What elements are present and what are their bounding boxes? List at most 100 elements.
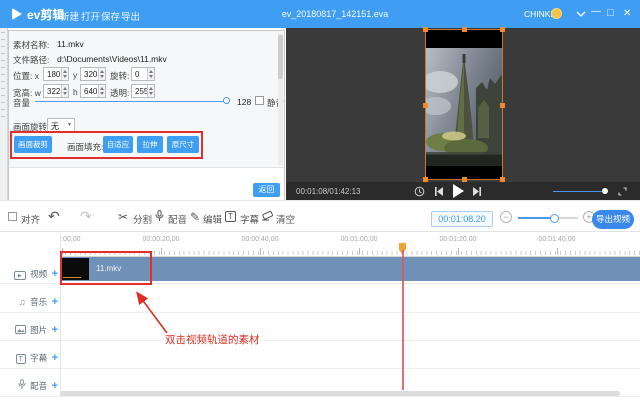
ruler-major-tick [161, 248, 162, 255]
edit-toolbar: 对齐 ↶ ↷ ✂ 分割 配音 ✎ 编辑 T 字幕 清空 00:01:08.20 … [0, 200, 640, 232]
skin-icon[interactable] [576, 10, 586, 18]
chevron-down-icon: ▼ [67, 122, 72, 128]
add-subtitle-button[interactable]: + [52, 352, 58, 364]
file-path-value: d:\Documents\Videos\11.mkv [57, 54, 167, 64]
spinner-icon[interactable] [147, 68, 154, 80]
preview-volume-slider[interactable] [553, 191, 608, 192]
zoom-slider-knob[interactable] [550, 214, 559, 223]
align-checkbox[interactable] [8, 212, 17, 221]
edit-button[interactable]: 编辑 [203, 212, 222, 226]
panel-scrollbar[interactable] [278, 33, 283, 165]
fill-fit-button[interactable]: 自适应 [103, 136, 133, 153]
ruler-major-tick [359, 248, 360, 255]
add-music-button[interactable]: + [52, 296, 58, 308]
logo-play-icon [12, 8, 22, 20]
undo-icon[interactable]: ↶ [48, 208, 60, 225]
screen-rotate-select[interactable]: 无 ▼ [47, 118, 75, 132]
ruler-label: 00:01:20,00 [440, 236, 477, 243]
spinner-icon[interactable] [98, 85, 105, 97]
ruler-major-tick [458, 248, 459, 255]
track-header-music: ♫ 音乐 + [0, 292, 58, 310]
panel-scrollbar-thumb[interactable] [278, 35, 283, 79]
music-icon: ♫ [19, 297, 26, 307]
fill-stretch-button[interactable]: 拉伸 [137, 136, 163, 153]
volume-slider[interactable] [35, 101, 227, 102]
menu-item-save[interactable]: 保存 [101, 9, 120, 23]
alpha-input[interactable]: 255 [131, 84, 155, 98]
minimize-button[interactable]: — [591, 6, 601, 17]
panel-footer: 返回 [9, 167, 284, 200]
app-logo-text: ev剪辑 [27, 6, 64, 23]
transform-handle[interactable] [423, 103, 428, 108]
preview-video-frame[interactable] [425, 29, 503, 180]
spinner-icon[interactable] [147, 85, 154, 97]
transform-handle[interactable] [500, 103, 505, 108]
subtitle-button[interactable]: 字幕 [240, 212, 259, 226]
track-divider [0, 396, 640, 397]
zoom-out-button[interactable]: − [500, 211, 512, 223]
position-x-input[interactable]: 180 [43, 67, 69, 81]
rotation-input[interactable]: 0 [131, 67, 155, 81]
fill-original-button[interactable]: 原尺寸 [167, 136, 199, 153]
play-button[interactable] [452, 184, 464, 198]
menu-item-new[interactable]: 新建 [60, 9, 79, 23]
track-label: 图片 [30, 325, 47, 335]
close-button[interactable]: ✕ [623, 8, 631, 19]
height-input[interactable]: 640 [80, 84, 106, 98]
height-label: h [73, 87, 78, 97]
maximize-button[interactable]: □ [607, 7, 614, 19]
subtitle-t-icon[interactable]: T [225, 211, 236, 222]
menu-item-open[interactable]: 打开 [81, 9, 100, 23]
spinner-icon[interactable] [98, 68, 105, 80]
eraser-icon[interactable] [261, 210, 273, 221]
redo-icon[interactable]: ↷ [80, 208, 92, 225]
menu-item-export[interactable]: 导出 [121, 9, 140, 23]
current-time-display: 00:01:08.20 [431, 211, 493, 227]
track-header-picture: 图片 + [0, 320, 58, 338]
preview-control-bar: 00:01:08/01:42:13 [286, 182, 640, 200]
annotation-arrow [126, 286, 174, 336]
track-header-dub: 配音 + [0, 376, 58, 394]
position-label: 位置: x [13, 70, 39, 82]
microphone-icon[interactable] [155, 210, 164, 222]
export-video-button[interactable]: 导出视频 [592, 210, 634, 229]
split-button[interactable]: 分割 [133, 212, 152, 226]
volume-slider-knob[interactable] [223, 97, 230, 104]
track-header-video: ▶ 视频 + [0, 264, 58, 282]
spinner-icon[interactable] [61, 68, 68, 80]
transform-handle[interactable] [423, 27, 428, 32]
back-button[interactable]: 返回 [253, 183, 280, 197]
add-dub-button[interactable]: + [52, 380, 58, 392]
ruler-major-tick [557, 248, 558, 255]
scissors-icon[interactable]: ✂ [118, 210, 128, 224]
add-video-button[interactable]: + [52, 268, 58, 280]
position-y-input[interactable]: 320 [80, 67, 106, 81]
pencil-icon[interactable]: ✎ [190, 210, 200, 224]
file-path-label: 文件路径: [13, 54, 49, 66]
mute-checkbox[interactable] [255, 96, 264, 105]
add-picture-button[interactable]: + [52, 324, 58, 336]
spinner-icon[interactable] [61, 85, 68, 97]
position-y-value: 320 [84, 70, 97, 79]
next-frame-button[interactable] [472, 186, 482, 197]
clip-highlight-red-box [60, 251, 152, 285]
avatar[interactable] [551, 8, 562, 19]
zoom-slider-fill [518, 217, 554, 219]
ruler-label: 00:00:00,00 [60, 236, 80, 243]
zoom-slider[interactable] [518, 217, 578, 219]
video-track-icon: ▶ [14, 271, 26, 280]
previous-frame-button[interactable] [434, 186, 444, 197]
fullscreen-icon[interactable] [618, 187, 627, 196]
crop-button[interactable]: 画面裁剪 [14, 136, 52, 153]
transform-handle[interactable] [500, 27, 505, 32]
rotation-value: 0 [135, 70, 139, 79]
playhead-marker[interactable] [399, 243, 406, 250]
timeline-scrollbar[interactable] [60, 391, 620, 396]
dub-button[interactable]: 配音 [168, 212, 187, 226]
clear-button[interactable]: 清空 [276, 212, 295, 226]
preview-volume-knob[interactable] [602, 188, 608, 194]
jump-to-time-icon[interactable] [414, 186, 425, 197]
transform-handle[interactable] [462, 27, 467, 32]
rotation-label: 旋转: [110, 70, 129, 82]
width-input[interactable]: 322 [43, 84, 69, 98]
